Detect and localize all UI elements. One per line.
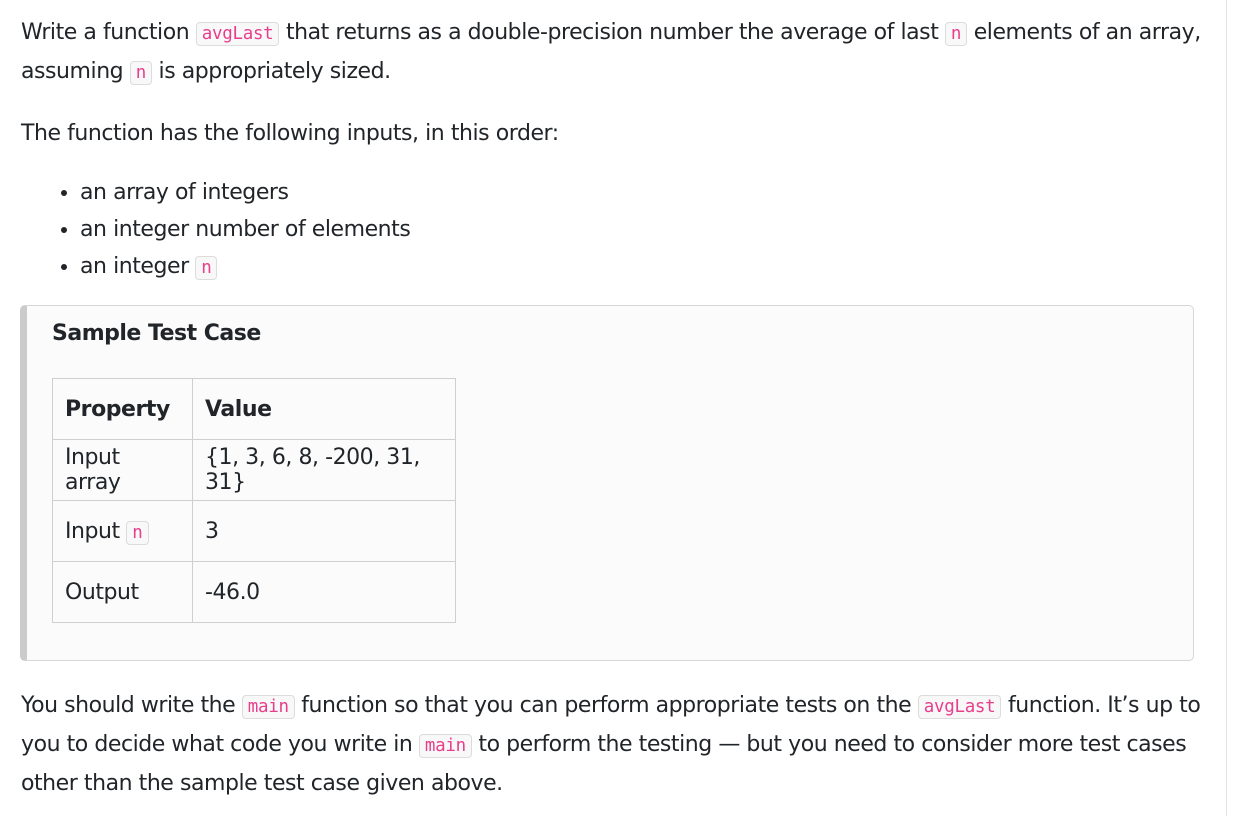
inline-code-n: n [944, 22, 968, 46]
value-cell: {1, 3, 6, 8, -200, 31, 31} [192, 439, 456, 501]
column-header-value: Value [192, 378, 456, 440]
list-item: an integer n [80, 248, 1201, 286]
problem-description: Write a function avgLast that returns as… [21, 14, 1201, 286]
property-cell: Output [52, 561, 193, 623]
list-item: an integer number of elements [80, 211, 1201, 248]
value-cell: -46.0 [192, 561, 456, 623]
list-item-text: an integer number of elements [80, 217, 411, 242]
inline-code-n: n [195, 256, 218, 280]
intro-text: Write a function [21, 20, 196, 45]
list-item: an array of integers [80, 174, 1201, 211]
property-cell: Input array [52, 439, 193, 501]
list-item-text: an integer [80, 254, 196, 279]
intro-paragraph: Write a function avgLast that returns as… [21, 14, 1201, 92]
sample-test-table: Property Value Input array {1, 3, 6, 8, … [52, 378, 456, 623]
inline-code-avglast: avgLast [917, 695, 1002, 719]
closing-paragraph: You should write the main function so th… [21, 687, 1211, 802]
sample-test-case-box: Sample Test Case Property Value Input ar… [20, 305, 1194, 661]
inputs-list: an array of integers an integer number o… [21, 174, 1201, 286]
value-cell: 3 [192, 500, 456, 562]
inline-code-main: main [418, 734, 472, 758]
inline-code-avglast: avgLast [195, 22, 280, 46]
table-row: Input n 3 [52, 500, 456, 562]
property-text: Input [65, 518, 127, 544]
inline-code-n: n [126, 520, 149, 545]
sample-test-case-title: Sample Test Case [52, 321, 261, 346]
table-header-row: Property Value [52, 378, 456, 440]
list-item-text: an array of integers [80, 180, 289, 205]
closing-text: You should write the [21, 693, 242, 718]
intro-text: is appropriately sized. [152, 59, 392, 84]
inputs-heading: The function has the following inputs, i… [21, 121, 559, 146]
column-header-property: Property [52, 378, 193, 440]
intro-text: that returns as a double-precision numbe… [279, 20, 945, 45]
inline-code-main: main [241, 695, 295, 719]
inline-code-n: n [129, 61, 152, 85]
page-right-border [1226, 0, 1227, 816]
property-cell: Input n [52, 500, 193, 562]
table-row: Output -46.0 [52, 561, 456, 623]
table-row: Input array {1, 3, 6, 8, -200, 31, 31} [52, 439, 456, 501]
closing-text: function so that you can perform appropr… [294, 693, 918, 718]
